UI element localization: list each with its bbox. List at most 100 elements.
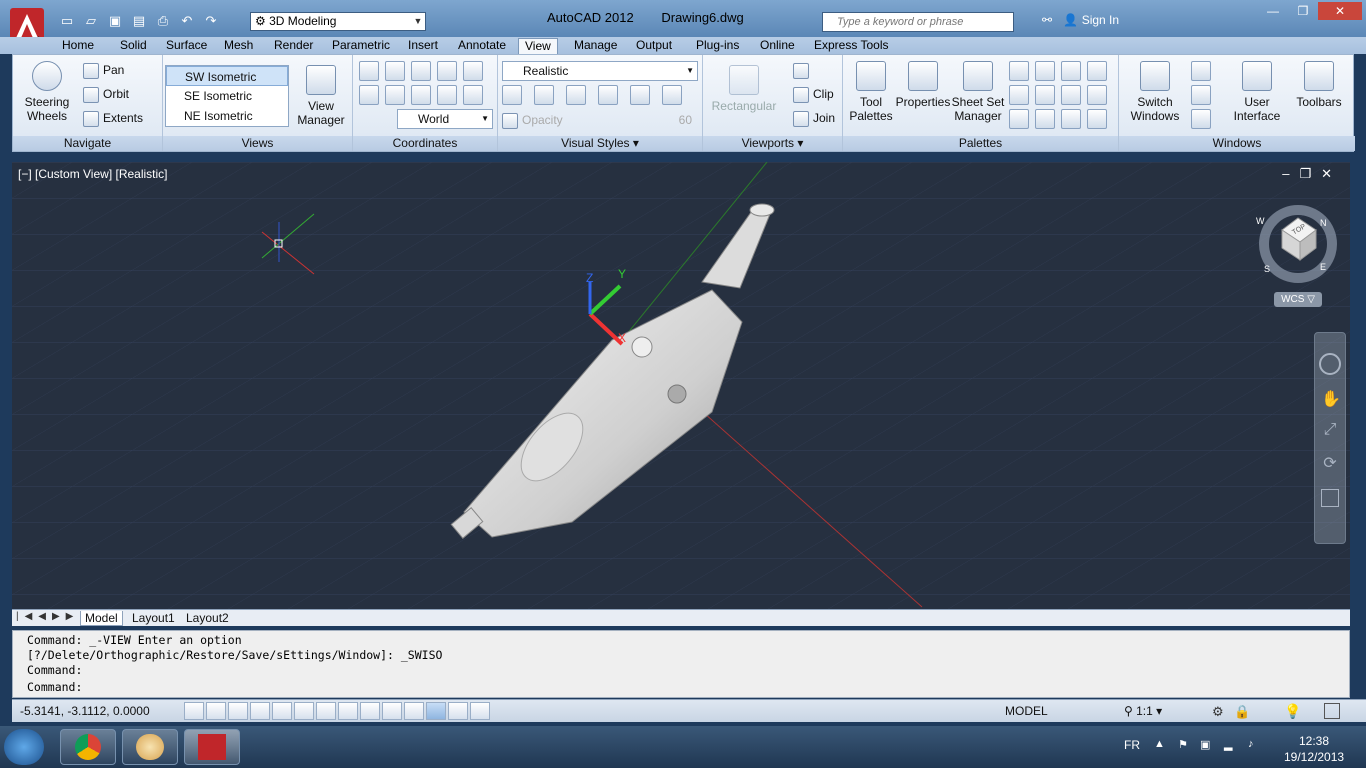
tab-parametric[interactable]: Parametric bbox=[326, 38, 396, 54]
viewport-controls-label[interactable]: [−] [Custom View] [Realistic] bbox=[18, 167, 168, 181]
maximize-icon[interactable]: ❐ bbox=[1288, 2, 1318, 20]
ucs-zaxis-icon[interactable] bbox=[437, 85, 457, 105]
tool-palettes-button[interactable]: Tool Palettes bbox=[843, 61, 899, 123]
grid-icon[interactable] bbox=[228, 702, 248, 720]
tile-horizontal-icon[interactable] bbox=[1191, 61, 1211, 81]
panel-label-viewports[interactable]: Viewports ▾ bbox=[703, 136, 842, 151]
sign-in-button[interactable]: ⚯ 👤 Sign In bbox=[1042, 13, 1119, 27]
pan-button[interactable]: Pan bbox=[83, 61, 124, 79]
rectangular-button[interactable]: Rectangular bbox=[709, 65, 779, 113]
otrack-icon[interactable] bbox=[338, 702, 358, 720]
search-input[interactable]: Type a keyword or phrase bbox=[822, 12, 1014, 32]
extents-button[interactable]: Extents bbox=[83, 109, 143, 127]
tab-model[interactable]: Model bbox=[80, 611, 123, 626]
tab-layout2[interactable]: Layout2 bbox=[182, 611, 233, 626]
selection-cycling-icon[interactable] bbox=[470, 702, 490, 720]
dbconnect-icon[interactable] bbox=[1009, 109, 1029, 129]
ucs-previous-icon[interactable] bbox=[411, 61, 431, 81]
tray-expand-icon[interactable]: ▲ bbox=[1154, 738, 1168, 752]
tab-solid[interactable]: Solid bbox=[114, 38, 153, 54]
view-item-ne-isometric[interactable]: NE Isometric bbox=[166, 106, 288, 126]
undo-icon[interactable]: ↶ bbox=[176, 12, 198, 30]
osnap-icon[interactable] bbox=[294, 702, 314, 720]
view-manager-button[interactable]: View Manager bbox=[293, 65, 349, 127]
coordinate-readout[interactable]: -5.3141, -3.1112, 0.0000 bbox=[20, 704, 150, 718]
annotation-scale[interactable]: ⚲ 1:1 ▾ bbox=[1124, 704, 1162, 718]
system-clock[interactable]: 12:38 19/12/2013 bbox=[1284, 733, 1344, 765]
named-viewports-button[interactable] bbox=[793, 61, 813, 79]
lock-icon[interactable]: 🔒 bbox=[1234, 704, 1250, 720]
sheet-set-manager-button[interactable]: Sheet Set Manager bbox=[947, 61, 1009, 123]
isolate-objects-icon[interactable]: 💡 bbox=[1284, 703, 1301, 720]
close-icon[interactable]: ✕ bbox=[1318, 2, 1362, 20]
workspace-dropdown[interactable]: ⚙ 3D Modeling ▼ bbox=[250, 12, 426, 31]
user-interface-button[interactable]: User Interface bbox=[1225, 61, 1289, 123]
open-file-icon[interactable]: ▱ bbox=[80, 12, 102, 30]
taskbar-chrome[interactable] bbox=[60, 729, 116, 765]
materials-editor-icon[interactable] bbox=[1087, 85, 1107, 105]
ucs-object-icon[interactable] bbox=[463, 61, 483, 81]
tab-render[interactable]: Render bbox=[268, 38, 319, 54]
tab-layout1[interactable]: Layout1 bbox=[128, 611, 179, 626]
clean-screen-icon[interactable] bbox=[1324, 703, 1340, 719]
polar-icon[interactable] bbox=[272, 702, 292, 720]
tab-express-tools[interactable]: Express Tools bbox=[808, 38, 894, 54]
language-indicator[interactable]: FR bbox=[1124, 738, 1140, 752]
ucs-combo[interactable]: World ▼ bbox=[397, 109, 493, 129]
design-center-icon[interactable] bbox=[1035, 61, 1055, 81]
edge-effects-icon[interactable] bbox=[502, 85, 522, 105]
join-button[interactable]: Join bbox=[793, 109, 835, 127]
ducs-icon[interactable] bbox=[360, 702, 380, 720]
snap-icon[interactable] bbox=[206, 702, 226, 720]
minimize-icon[interactable]: – bbox=[1282, 166, 1299, 181]
lights-icon[interactable] bbox=[598, 85, 618, 105]
wcs-menu[interactable]: WCS ▽ bbox=[1274, 292, 1322, 307]
start-button[interactable] bbox=[4, 729, 44, 765]
3dosnap-icon[interactable] bbox=[316, 702, 336, 720]
ucs-face-icon[interactable] bbox=[437, 61, 457, 81]
ucs-view-icon[interactable] bbox=[385, 85, 405, 105]
toolbars-button[interactable]: Toolbars bbox=[1289, 61, 1349, 109]
taskbar-autocad[interactable] bbox=[184, 729, 240, 765]
orbit-button[interactable]: Orbit bbox=[83, 85, 129, 103]
network-icon[interactable]: ▂ bbox=[1224, 738, 1238, 752]
view-item-se-isometric[interactable]: SE Isometric bbox=[166, 86, 288, 106]
cascade-icon[interactable] bbox=[1191, 109, 1211, 129]
ortho-icon[interactable] bbox=[250, 702, 270, 720]
print-icon[interactable]: ⎙ bbox=[152, 12, 174, 30]
tab-online[interactable]: Online bbox=[754, 38, 801, 54]
orbit-icon[interactable]: ⟳ bbox=[1321, 453, 1339, 475]
properties-button[interactable]: Properties bbox=[895, 61, 951, 109]
tab-surface[interactable]: Surface bbox=[160, 38, 213, 54]
redo-icon[interactable]: ↷ bbox=[200, 12, 222, 30]
lights-list-icon[interactable] bbox=[1087, 109, 1107, 129]
quick-properties-icon[interactable] bbox=[448, 702, 468, 720]
action-center-icon[interactable]: ⚑ bbox=[1178, 738, 1192, 752]
drawing-viewport[interactable]: Z Y X TOP W N S E [−] [Custom View] [Rea… bbox=[12, 162, 1350, 609]
save-as-icon[interactable]: ▤ bbox=[128, 12, 150, 30]
zoom-icon[interactable]: ⤢ bbox=[1321, 421, 1339, 443]
model-canvas[interactable]: Z Y X TOP W N S E bbox=[12, 162, 1350, 609]
quickcalc-icon[interactable] bbox=[1009, 85, 1029, 105]
materials-icon[interactable] bbox=[566, 85, 586, 105]
minimize-icon[interactable]: — bbox=[1258, 2, 1288, 20]
command-line-icon[interactable] bbox=[1009, 61, 1029, 81]
shadows-icon[interactable] bbox=[630, 85, 650, 105]
calculator-icon[interactable] bbox=[1035, 85, 1055, 105]
panel-label-visual-styles[interactable]: Visual Styles ▾ bbox=[498, 136, 702, 151]
dyn-icon[interactable] bbox=[382, 702, 402, 720]
tab-mesh[interactable]: Mesh bbox=[218, 38, 259, 54]
showmotion-icon[interactable] bbox=[1321, 489, 1339, 507]
tab-annotate[interactable]: Annotate bbox=[452, 38, 512, 54]
device-icon[interactable]: ▣ bbox=[1200, 738, 1214, 752]
workspace-switching-icon[interactable]: ⚙ bbox=[1212, 704, 1224, 720]
ucs-3point-icon[interactable] bbox=[463, 85, 483, 105]
command-input[interactable]: Command: bbox=[27, 680, 82, 695]
steering-wheel-icon[interactable] bbox=[1319, 353, 1341, 375]
tab-manage[interactable]: Manage bbox=[568, 38, 623, 54]
tab-plug-ins[interactable]: Plug-ins bbox=[690, 38, 745, 54]
markup-icon[interactable] bbox=[1087, 61, 1107, 81]
infer-constraints-icon[interactable] bbox=[184, 702, 204, 720]
tab-insert[interactable]: Insert bbox=[402, 38, 444, 54]
save-icon[interactable]: ▣ bbox=[104, 12, 126, 30]
